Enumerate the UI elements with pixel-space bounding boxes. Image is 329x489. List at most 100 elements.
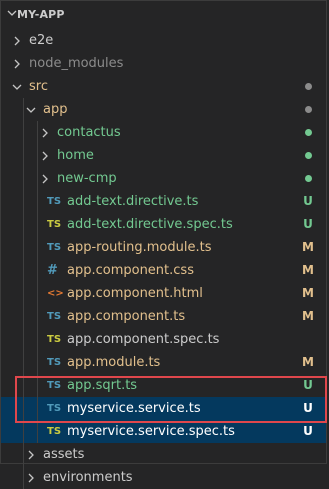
tree-folder-home[interactable]: home [1,144,326,167]
indent-guide [23,351,24,374]
tree-folder-new-cmp[interactable]: new-cmp [1,167,326,190]
tree-item-label: add-text.directive.spec.ts [67,217,233,232]
indent-guide [23,213,24,236]
tree-folder-app[interactable]: app [1,98,326,121]
tree-file-row[interactable]: TS myservice.service.spec.ts U [1,420,326,443]
indent-guide [23,236,24,259]
tree-file-row[interactable]: # app.component.css M [1,259,326,282]
tree-file-row[interactable]: TS app.sqrt.ts U [1,374,326,397]
chevron-right-icon [23,470,39,486]
indent-guide [23,144,24,167]
tree-item-label: src [29,79,48,94]
git-status-dot [305,152,312,159]
indent-guide [37,305,38,328]
indent-guide [23,190,24,213]
chevron-right-icon [9,33,25,49]
ts-file-icon: TS [47,196,62,207]
tree-file-row[interactable]: TS myservice.service.ts U [1,397,326,420]
git-status-badge: U [303,217,313,231]
root-folder-label: MY-APP [17,8,65,21]
indent-guide [37,397,38,420]
indent-guide [23,466,24,489]
explorer-root-header[interactable]: MY-APP [1,1,326,29]
git-status-dot [305,129,312,136]
tree-item-label: app.sqrt.ts [67,378,138,393]
tree-folder-node_modules[interactable]: node_modules [1,52,326,75]
chevron-right-icon [37,171,53,187]
indent-guide [37,190,38,213]
chevron-down-icon [9,79,25,95]
indent-guide [37,328,38,351]
chevron-right-icon [37,148,53,164]
tree-item-label: myservice.service.ts [67,401,201,416]
indent-guide [37,144,38,167]
tree-folder-contactus[interactable]: contactus [1,121,326,144]
indent-guide [23,420,24,443]
indent-guide [23,374,24,397]
tree-item-label: e2e [29,33,54,48]
tree-item-label: app.component.css [67,263,194,278]
indent-guide [37,236,38,259]
tree-file-row[interactable]: TS app-routing.module.ts M [1,236,326,259]
indent-guide [23,167,24,190]
indent-guide [37,351,38,374]
git-status-badge: M [302,263,314,277]
tree-file-row[interactable]: TS app.component.spec.ts [1,328,326,351]
git-status-badge: M [302,355,314,369]
tree-folder-e2e[interactable]: e2e [1,29,326,52]
ts-file-icon: TS [47,311,62,322]
tree-item-label: node_modules [29,56,124,71]
git-status-dot [305,175,312,182]
git-status-dot [305,83,312,90]
chevron-right-icon [23,447,39,463]
tree-item-label: app.module.ts [67,355,161,370]
tree-folder-assets[interactable]: assets [1,443,326,466]
indent-guide [23,121,24,144]
indent-guide [23,98,24,121]
tree-item-label: app.component.html [67,286,203,301]
indent-guide [37,121,38,144]
css-file-icon: # [47,263,58,278]
indent-guide [37,282,38,305]
ts-file-icon: TS [47,242,62,253]
tree-folder-environments[interactable]: environments [1,466,326,489]
tree-item-label: myservice.service.spec.ts [67,424,235,439]
tree-file-row[interactable]: TS app.module.ts M [1,351,326,374]
file-tree: e2e node_modulessrc app contactus home new-cm… [1,29,326,489]
tree-file-row[interactable]: TS add-text.directive.ts U [1,190,326,213]
indent-guide [23,259,24,282]
indent-guide [37,420,38,443]
indent-guide [23,305,24,328]
tree-folder-src[interactable]: src [1,75,326,98]
indent-guide [23,397,24,420]
indent-guide [37,259,38,282]
file-explorer: MY-APP e2e node_modulessrc app contactus hom… [0,0,327,489]
spec-file-icon: TS [47,426,62,437]
indent-guide [23,282,24,305]
spec-file-icon: TS [47,334,62,345]
chevron-down-icon [7,1,17,29]
tree-item-label: app [43,102,68,117]
tree-item-label: app.component.spec.ts [67,332,220,347]
tree-item-label: app.component.ts [67,309,186,324]
git-status-badge: M [302,240,314,254]
git-status-badge: U [303,401,313,415]
indent-guide [37,167,38,190]
git-status-badge: M [302,309,314,323]
git-status-badge: U [303,378,313,392]
git-status-badge: M [302,286,314,300]
chevron-right-icon [37,125,53,141]
tree-file-row[interactable]: TS app.component.ts M [1,305,326,328]
html-file-icon: <> [47,288,64,299]
tree-item-label: new-cmp [57,171,117,186]
tree-item-label: assets [43,447,85,462]
tree-file-row[interactable]: TS add-text.directive.spec.ts U [1,213,326,236]
tree-item-label: contactus [57,125,121,140]
ts-file-icon: TS [47,380,62,391]
indent-guide [37,374,38,397]
chevron-down-icon [23,102,39,118]
git-status-badge: U [303,194,313,208]
tree-item-label: environments [43,470,133,485]
tree-file-row[interactable]: <> app.component.html M [1,282,326,305]
chevron-right-icon [9,56,25,72]
